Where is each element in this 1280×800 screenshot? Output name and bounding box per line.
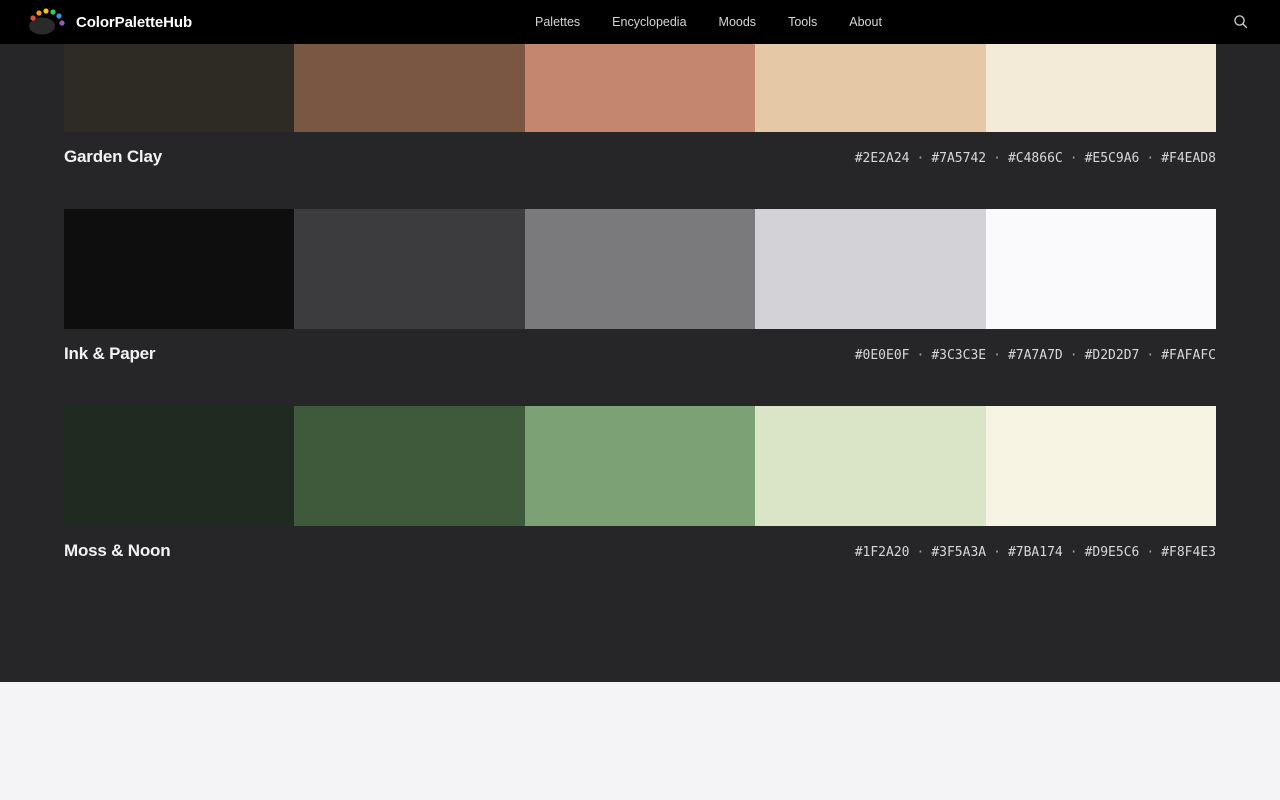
nav-moods[interactable]: Moods bbox=[703, 0, 773, 44]
hex-code[interactable]: #F8F4E3 bbox=[1161, 545, 1216, 560]
separator: · bbox=[916, 151, 925, 166]
search-button[interactable] bbox=[1232, 13, 1250, 31]
hex-code[interactable]: #2E2A24 bbox=[855, 151, 910, 166]
search-icon bbox=[1234, 15, 1248, 29]
hex-code[interactable]: #FAFAFC bbox=[1161, 348, 1216, 363]
color-swatch[interactable] bbox=[755, 406, 986, 526]
separator: · bbox=[1146, 151, 1155, 166]
separator: · bbox=[993, 151, 1001, 166]
palette-card: Ink & Paper #0E0E0F · #3C3C3E · #7A7A7D · #D2D… bbox=[64, 209, 1217, 365]
color-swatch[interactable] bbox=[755, 209, 986, 329]
hex-code[interactable]: #3C3C3E bbox=[931, 348, 986, 363]
hex-code[interactable]: #F4EAD8 bbox=[1161, 151, 1216, 166]
separator: · bbox=[993, 348, 1001, 363]
palette-hex-codes: #1F2A20 · #3F5A3A · #7BA174 · #D9E5C6 · #F8F4E3 bbox=[855, 545, 1216, 560]
color-swatch[interactable] bbox=[524, 209, 756, 329]
separator: · bbox=[916, 545, 925, 560]
separator: · bbox=[1146, 545, 1155, 560]
top-navbar: ColorPaletteHub Palettes Encyclopedia Mo… bbox=[0, 0, 1280, 44]
color-swatch[interactable] bbox=[524, 406, 756, 526]
hex-code[interactable]: #D9E5C6 bbox=[1085, 545, 1140, 560]
hex-code[interactable]: #3F5A3A bbox=[931, 545, 986, 560]
hex-code[interactable]: #D2D2D7 bbox=[1085, 348, 1140, 363]
hex-code[interactable]: #0E0E0F bbox=[855, 348, 910, 363]
palette-list: Garden Clay #2E2A24 · #7A5742 · #C4866C · #E5C… bbox=[0, 12, 1280, 682]
separator: · bbox=[916, 348, 925, 363]
separator: · bbox=[1069, 151, 1078, 166]
hex-code[interactable]: #7BA174 bbox=[1008, 545, 1063, 560]
color-swatch[interactable] bbox=[64, 209, 295, 329]
brand-name: ColorPaletteHub bbox=[76, 13, 193, 31]
palette-card: Moss & Noon #1F2A20 · #3F5A3A · #7BA174 · #D9E… bbox=[64, 406, 1217, 562]
color-swatch[interactable] bbox=[294, 406, 525, 526]
hex-code[interactable]: #E5C9A6 bbox=[1085, 151, 1140, 166]
color-swatch[interactable] bbox=[985, 406, 1217, 526]
palette-hex-codes: #2E2A24 · #7A5742 · #C4866C · #E5C9A6 · #F4EAD8 bbox=[855, 151, 1216, 166]
nav-tools[interactable]: Tools bbox=[772, 0, 833, 44]
separator: · bbox=[1069, 348, 1078, 363]
separator: · bbox=[993, 545, 1001, 560]
hex-code[interactable]: #C4866C bbox=[1008, 151, 1063, 166]
nav-about[interactable]: About bbox=[833, 0, 898, 44]
palette-name[interactable]: Moss & Noon bbox=[64, 541, 171, 561]
hex-code[interactable]: #1F2A20 bbox=[855, 545, 910, 560]
hex-code[interactable]: #7A7A7D bbox=[1008, 348, 1063, 363]
separator: · bbox=[1069, 545, 1078, 560]
nav-encyclopedia[interactable]: Encyclopedia bbox=[596, 0, 702, 44]
palette-hex-codes: #0E0E0F · #3C3C3E · #7A7A7D · #D2D2D7 · #FAFAFC bbox=[855, 348, 1216, 363]
color-swatch[interactable] bbox=[985, 209, 1217, 329]
color-swatch[interactable] bbox=[64, 406, 295, 526]
nav-palettes[interactable]: Palettes bbox=[519, 0, 596, 44]
palette-swatches bbox=[64, 406, 1217, 526]
color-swatch[interactable] bbox=[294, 209, 525, 329]
palette-swatches bbox=[64, 209, 1217, 329]
palette-name[interactable]: Ink & Paper bbox=[64, 344, 156, 364]
hex-code[interactable]: #7A5742 bbox=[931, 151, 986, 166]
main-nav: Palettes Encyclopedia Moods Tools About bbox=[519, 0, 898, 44]
palette-name[interactable]: Garden Clay bbox=[64, 147, 162, 167]
palette-logo-icon bbox=[29, 8, 65, 35]
separator: · bbox=[1146, 348, 1155, 363]
brand-link[interactable]: ColorPaletteHub bbox=[28, 0, 192, 44]
